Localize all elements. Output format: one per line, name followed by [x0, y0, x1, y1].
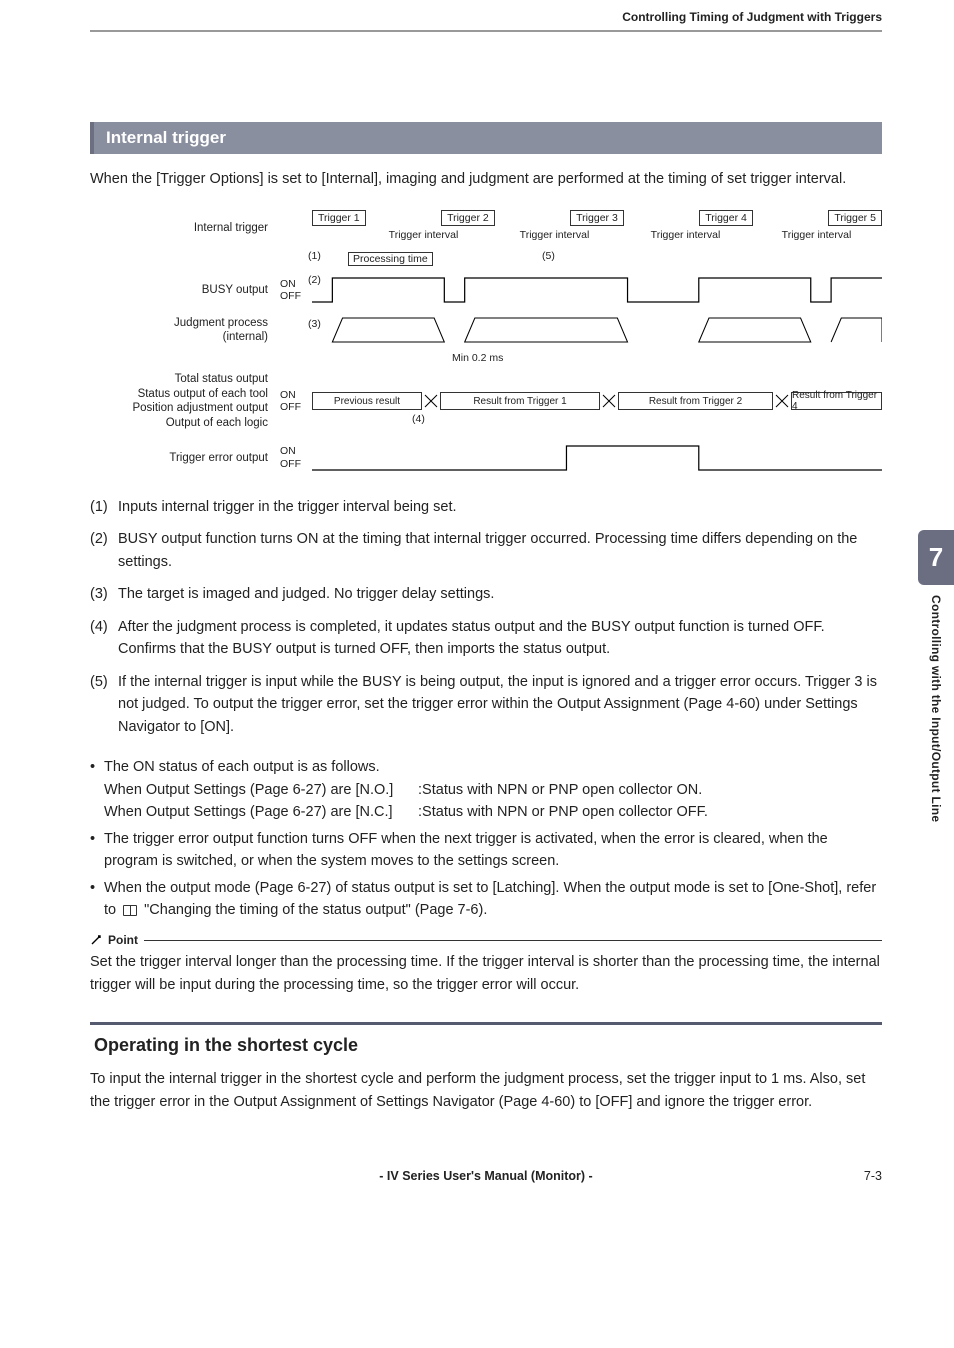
mark-1: (1) — [308, 250, 321, 262]
row-label-internal-trigger: Internal trigger — [90, 221, 280, 235]
trigger-box-3: Trigger 3 — [570, 210, 624, 226]
interval-label-4: Trigger interval — [751, 229, 882, 241]
trigger-box-1: Trigger 1 — [312, 210, 366, 226]
judgment-waveform — [312, 312, 882, 348]
num-4: (4) — [90, 616, 118, 661]
num-text-3: The target is imaged and judged. No trig… — [118, 583, 882, 605]
bullet-dot: • — [90, 828, 104, 873]
status-cell-t2: Result from Trigger 2 — [618, 392, 773, 410]
status-cell-prev: Previous result — [312, 392, 422, 410]
bullet-1-line-b-right: :Status with NPN or PNP open collector O… — [418, 782, 702, 798]
mark-2: (2) — [308, 274, 321, 286]
num-1: (1) — [90, 496, 118, 518]
status-x-3 — [773, 383, 791, 419]
num-text-4: After the judgment process is completed,… — [118, 616, 882, 661]
bullet-3-b: "Changing the timing of the status outpu… — [144, 902, 487, 918]
bullet-1-line-c-left: When Output Settings (Page 6-27) are [N.… — [104, 801, 414, 823]
point-rule — [144, 940, 882, 941]
book-icon — [123, 905, 137, 916]
interval-label-1: Trigger interval — [358, 229, 489, 241]
mark-5: (5) — [542, 250, 555, 262]
interval-label-2: Trigger interval — [489, 229, 620, 241]
bullet-2: The trigger error output function turns … — [104, 828, 882, 873]
interval-label-3: Trigger interval — [620, 229, 751, 241]
footer-page-number: 7-3 — [864, 1169, 882, 1183]
num-2: (2) — [90, 528, 118, 573]
trigger-box-4: Trigger 4 — [699, 210, 753, 226]
bullet-1-line-b-left: When Output Settings (Page 6-27) are [N.… — [104, 779, 414, 801]
num-3: (3) — [90, 583, 118, 605]
num-text-2: BUSY output function turns ON at the tim… — [118, 528, 882, 573]
mark-4: (4) — [412, 413, 425, 425]
running-header: Controlling Timing of Judgment with Trig… — [90, 10, 882, 24]
bullet-1-line-a: The ON status of each output is as follo… — [104, 759, 380, 775]
row-label-busy: BUSY output — [90, 283, 280, 297]
row-label-judgment: Judgment process (internal) — [90, 316, 280, 345]
trigger-box-2: Trigger 2 — [441, 210, 495, 226]
num-text-1: Inputs internal trigger in the trigger i… — [118, 496, 882, 518]
subsection-rule — [90, 1022, 882, 1025]
on-off-status: ONOFF — [280, 389, 312, 414]
status-x-2 — [600, 383, 618, 419]
processing-time-label: Processing time — [348, 252, 433, 266]
numbered-list: (1)Inputs internal trigger in the trigge… — [90, 496, 882, 738]
status-cell-t4: Result from Trigger 4 — [791, 392, 882, 410]
mark-3: (3) — [308, 318, 321, 330]
num-5: (5) — [90, 671, 118, 738]
min-time-label: Min 0.2 ms — [452, 352, 503, 364]
timing-diagram: Internal trigger Trigger 1 Trigger 2 Tri… — [90, 210, 882, 476]
subsection-title: Operating in the shortest cycle — [94, 1035, 882, 1056]
bullet-dot: • — [90, 877, 104, 922]
point-label: Point — [108, 933, 138, 947]
point-text: Set the trigger interval longer than the… — [90, 951, 882, 996]
status-cell-t1: Result from Trigger 1 — [440, 392, 600, 410]
row-label-trigger-error: Trigger error output — [90, 451, 280, 465]
section-title: Internal trigger — [90, 122, 882, 154]
trigger-box-5: Trigger 5 — [828, 210, 882, 226]
bullet-dot: • — [90, 756, 104, 823]
bullet-1-line-c-right: :Status with NPN or PNP open collector O… — [418, 804, 708, 820]
point-block: Point Set the trigger interval longer th… — [90, 933, 882, 996]
on-off-trigger-error: ONOFF — [280, 445, 312, 470]
bullet-list: • The ON status of each output is as fol… — [90, 756, 882, 921]
section-intro: When the [Trigger Options] is set to [In… — [90, 168, 882, 190]
busy-waveform — [312, 272, 882, 308]
footer-center: - IV Series User's Manual (Monitor) - — [379, 1169, 592, 1183]
subsection-text: To input the internal trigger in the sho… — [90, 1068, 882, 1113]
point-icon — [90, 934, 102, 946]
num-text-5: If the internal trigger is input while t… — [118, 671, 882, 738]
page-footer: - IV Series User's Manual (Monitor) - 7-… — [90, 1169, 882, 1183]
trigger-error-waveform — [312, 440, 882, 476]
header-rule — [90, 30, 882, 32]
row-label-status: Total status output Status output of eac… — [90, 372, 280, 430]
